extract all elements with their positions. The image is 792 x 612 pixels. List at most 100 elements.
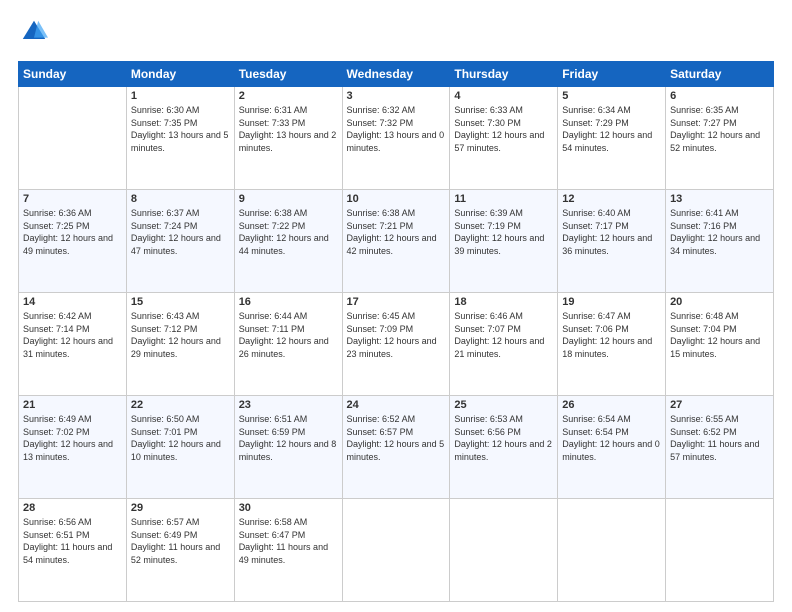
calendar-cell: 30 Sunrise: 6:58 AMSunset: 6:47 PMDayligh… [234, 499, 342, 602]
logo [18, 18, 48, 51]
calendar-cell: 16 Sunrise: 6:44 AMSunset: 7:11 PMDayligh… [234, 293, 342, 396]
weekday-header-thursday: Thursday [450, 62, 558, 87]
calendar-header-row: SundayMondayTuesdayWednesdayThursdayFrid… [19, 62, 774, 87]
calendar-cell: 1 Sunrise: 6:30 AMSunset: 7:35 PMDaylight… [126, 87, 234, 190]
day-info: Sunrise: 6:49 AMSunset: 7:02 PMDaylight:… [23, 413, 122, 463]
day-number: 4 [454, 90, 553, 102]
calendar-week-row: 1 Sunrise: 6:30 AMSunset: 7:35 PMDaylight… [19, 87, 774, 190]
page: SundayMondayTuesdayWednesdayThursdayFrid… [0, 0, 792, 612]
calendar-table: SundayMondayTuesdayWednesdayThursdayFrid… [18, 61, 774, 602]
day-info: Sunrise: 6:39 AMSunset: 7:19 PMDaylight:… [454, 207, 553, 257]
day-info: Sunrise: 6:50 AMSunset: 7:01 PMDaylight:… [131, 413, 230, 463]
day-info: Sunrise: 6:30 AMSunset: 7:35 PMDaylight:… [131, 104, 230, 154]
day-info: Sunrise: 6:56 AMSunset: 6:51 PMDaylight:… [23, 516, 122, 566]
weekday-header-saturday: Saturday [666, 62, 774, 87]
day-number: 6 [670, 90, 769, 102]
calendar-cell: 4 Sunrise: 6:33 AMSunset: 7:30 PMDaylight… [450, 87, 558, 190]
day-info: Sunrise: 6:31 AMSunset: 7:33 PMDaylight:… [239, 104, 338, 154]
calendar-week-row: 7 Sunrise: 6:36 AMSunset: 7:25 PMDaylight… [19, 190, 774, 293]
calendar-cell: 26 Sunrise: 6:54 AMSunset: 6:54 PMDayligh… [558, 396, 666, 499]
day-number: 30 [239, 502, 338, 514]
day-info: Sunrise: 6:46 AMSunset: 7:07 PMDaylight:… [454, 310, 553, 360]
day-info: Sunrise: 6:43 AMSunset: 7:12 PMDaylight:… [131, 310, 230, 360]
day-number: 24 [347, 399, 446, 411]
calendar-cell: 2 Sunrise: 6:31 AMSunset: 7:33 PMDaylight… [234, 87, 342, 190]
calendar-week-row: 28Sunrise: 6:56 AMSunset: 6:51 PMDayligh… [19, 499, 774, 602]
day-info: Sunrise: 6:32 AMSunset: 7:32 PMDaylight:… [347, 104, 446, 154]
calendar-cell [19, 87, 127, 190]
day-info: Sunrise: 6:33 AMSunset: 7:30 PMDaylight:… [454, 104, 553, 154]
calendar-cell: 14 Sunrise: 6:42 AMSunset: 7:14 PMDayligh… [19, 293, 127, 396]
calendar-cell: 13 Sunrise: 6:41 AMSunset: 7:16 PMDayligh… [666, 190, 774, 293]
day-info: Sunrise: 6:58 AMSunset: 6:47 PMDaylight:… [239, 516, 338, 566]
day-number: 11 [454, 193, 553, 205]
calendar-cell: 28Sunrise: 6:56 AMSunset: 6:51 PMDayligh… [19, 499, 127, 602]
calendar-cell: 21 Sunrise: 6:49 AMSunset: 7:02 PMDayligh… [19, 396, 127, 499]
day-info: Sunrise: 6:42 AMSunset: 7:14 PMDaylight:… [23, 310, 122, 360]
calendar-cell: 25 Sunrise: 6:53 AMSunset: 6:56 PMDayligh… [450, 396, 558, 499]
day-number: 7 [23, 193, 122, 205]
weekday-header-tuesday: Tuesday [234, 62, 342, 87]
day-info: Sunrise: 6:40 AMSunset: 7:17 PMDaylight:… [562, 207, 661, 257]
day-info: Sunrise: 6:36 AMSunset: 7:25 PMDaylight:… [23, 207, 122, 257]
day-info: Sunrise: 6:44 AMSunset: 7:11 PMDaylight:… [239, 310, 338, 360]
day-number: 29 [131, 502, 230, 514]
day-number: 25 [454, 399, 553, 411]
day-info: Sunrise: 6:47 AMSunset: 7:06 PMDaylight:… [562, 310, 661, 360]
day-info: Sunrise: 6:51 AMSunset: 6:59 PMDaylight:… [239, 413, 338, 463]
calendar-cell: 6 Sunrise: 6:35 AMSunset: 7:27 PMDaylight… [666, 87, 774, 190]
calendar-cell: 23Sunrise: 6:51 AMSunset: 6:59 PMDayligh… [234, 396, 342, 499]
day-info: Sunrise: 6:37 AMSunset: 7:24 PMDaylight:… [131, 207, 230, 257]
weekday-header-monday: Monday [126, 62, 234, 87]
calendar-cell: 3 Sunrise: 6:32 AMSunset: 7:32 PMDaylight… [342, 87, 450, 190]
calendar-cell [666, 499, 774, 602]
day-number: 15 [131, 296, 230, 308]
weekday-header-friday: Friday [558, 62, 666, 87]
calendar-cell: 12Sunrise: 6:40 AMSunset: 7:17 PMDayligh… [558, 190, 666, 293]
day-number: 19 [562, 296, 661, 308]
calendar-week-row: 21 Sunrise: 6:49 AMSunset: 7:02 PMDayligh… [19, 396, 774, 499]
calendar-week-row: 14 Sunrise: 6:42 AMSunset: 7:14 PMDayligh… [19, 293, 774, 396]
day-number: 16 [239, 296, 338, 308]
day-info: Sunrise: 6:54 AMSunset: 6:54 PMDaylight:… [562, 413, 661, 463]
day-info: Sunrise: 6:35 AMSunset: 7:27 PMDaylight:… [670, 104, 769, 154]
header [18, 18, 774, 51]
calendar-cell: 7 Sunrise: 6:36 AMSunset: 7:25 PMDaylight… [19, 190, 127, 293]
calendar-cell: 8Sunrise: 6:37 AMSunset: 7:24 PMDaylight… [126, 190, 234, 293]
day-number: 17 [347, 296, 446, 308]
day-info: Sunrise: 6:38 AMSunset: 7:22 PMDaylight:… [239, 207, 338, 257]
day-info: Sunrise: 6:53 AMSunset: 6:56 PMDaylight:… [454, 413, 553, 463]
day-number: 9 [239, 193, 338, 205]
calendar-cell: 19 Sunrise: 6:47 AMSunset: 7:06 PMDayligh… [558, 293, 666, 396]
calendar-cell: 29 Sunrise: 6:57 AMSunset: 6:49 PMDayligh… [126, 499, 234, 602]
day-info: Sunrise: 6:57 AMSunset: 6:49 PMDaylight:… [131, 516, 230, 566]
calendar-cell: 11 Sunrise: 6:39 AMSunset: 7:19 PMDayligh… [450, 190, 558, 293]
day-number: 26 [562, 399, 661, 411]
day-info: Sunrise: 6:41 AMSunset: 7:16 PMDaylight:… [670, 207, 769, 257]
day-number: 20 [670, 296, 769, 308]
day-number: 14 [23, 296, 122, 308]
calendar-cell [450, 499, 558, 602]
day-number: 18 [454, 296, 553, 308]
calendar-cell: 20 Sunrise: 6:48 AMSunset: 7:04 PMDayligh… [666, 293, 774, 396]
calendar-cell: 24Sunrise: 6:52 AMSunset: 6:57 PMDayligh… [342, 396, 450, 499]
calendar-cell: 10Sunrise: 6:38 AMSunset: 7:21 PMDayligh… [342, 190, 450, 293]
day-number: 5 [562, 90, 661, 102]
day-number: 1 [131, 90, 230, 102]
calendar-cell [342, 499, 450, 602]
day-info: Sunrise: 6:48 AMSunset: 7:04 PMDaylight:… [670, 310, 769, 360]
day-number: 22 [131, 399, 230, 411]
weekday-header-wednesday: Wednesday [342, 62, 450, 87]
calendar-cell: 18 Sunrise: 6:46 AMSunset: 7:07 PMDayligh… [450, 293, 558, 396]
logo-icon [20, 18, 48, 46]
day-info: Sunrise: 6:55 AMSunset: 6:52 PMDaylight:… [670, 413, 769, 463]
day-number: 13 [670, 193, 769, 205]
day-number: 3 [347, 90, 446, 102]
day-number: 2 [239, 90, 338, 102]
day-info: Sunrise: 6:38 AMSunset: 7:21 PMDaylight:… [347, 207, 446, 257]
day-number: 27 [670, 399, 769, 411]
day-info: Sunrise: 6:34 AMSunset: 7:29 PMDaylight:… [562, 104, 661, 154]
calendar-cell [558, 499, 666, 602]
day-number: 21 [23, 399, 122, 411]
calendar-cell: 27 Sunrise: 6:55 AMSunset: 6:52 PMDayligh… [666, 396, 774, 499]
